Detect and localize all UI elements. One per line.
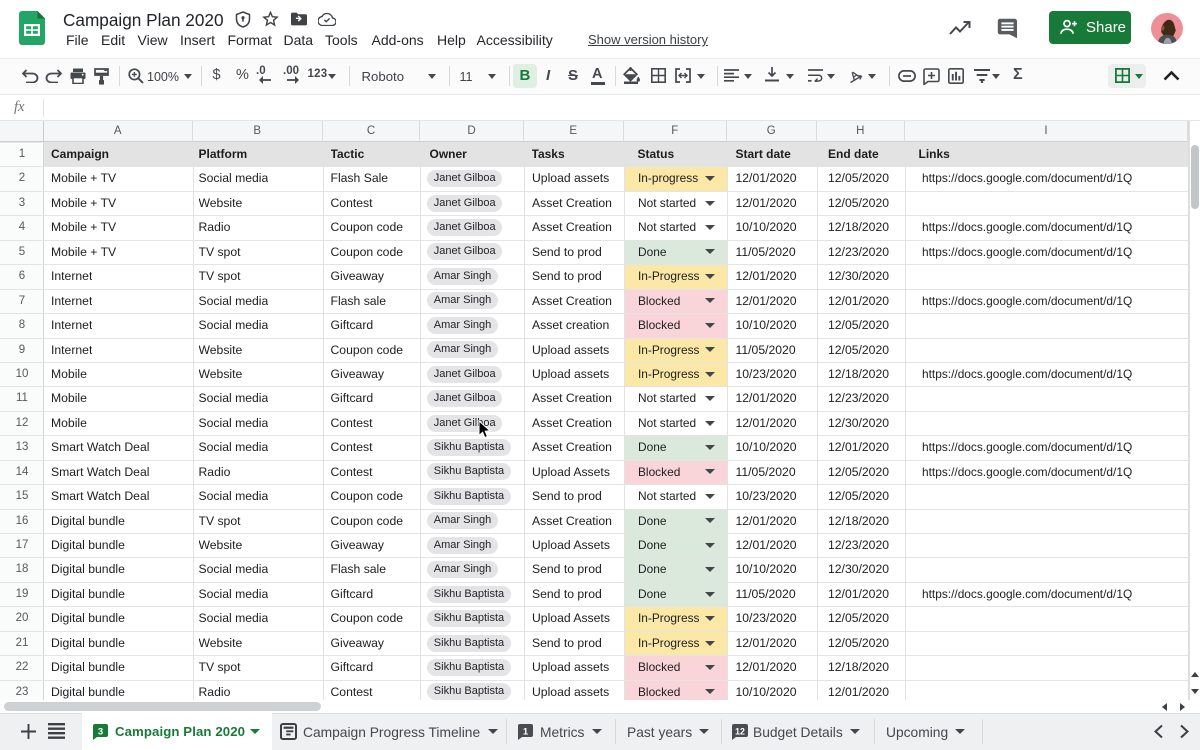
svg-text:3: 3 — [98, 727, 103, 738]
svg-text:1: 1 — [523, 727, 529, 738]
svg-text:12: 12 — [735, 727, 745, 737]
